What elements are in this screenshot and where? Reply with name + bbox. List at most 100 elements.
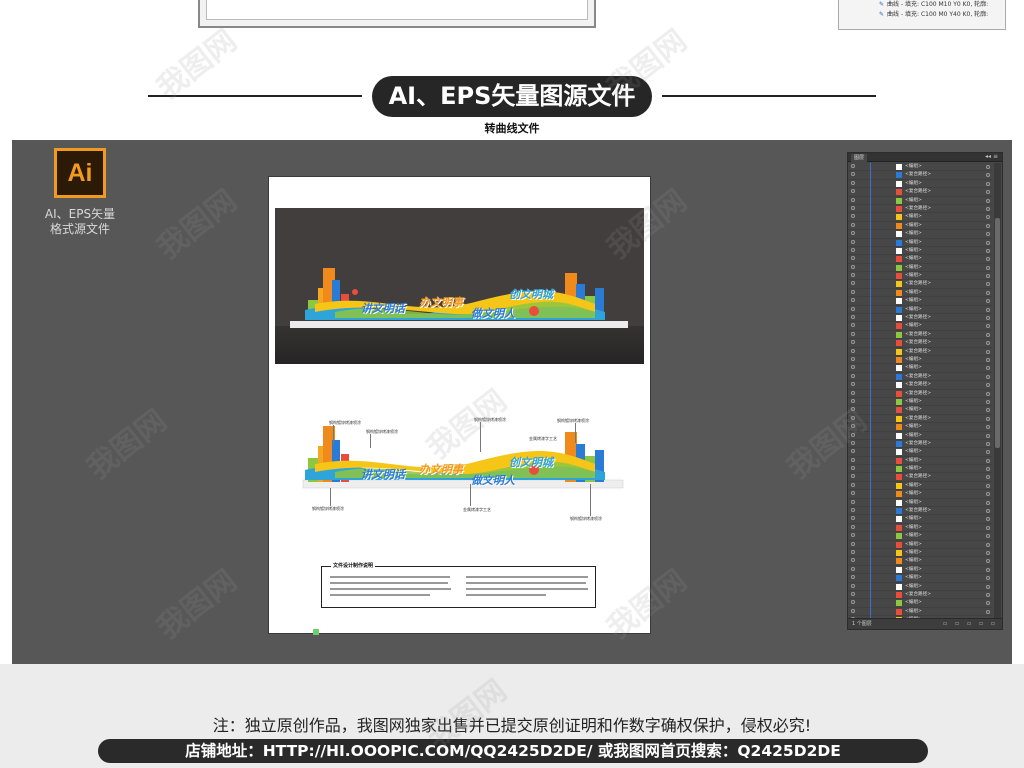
visibility-eye-icon[interactable] bbox=[851, 180, 855, 185]
target-circle-icon[interactable] bbox=[986, 173, 990, 178]
target-circle-icon[interactable] bbox=[986, 190, 990, 195]
layer-row[interactable]: <编组> bbox=[848, 523, 992, 533]
target-circle-icon[interactable] bbox=[986, 282, 990, 287]
target-circle-icon[interactable] bbox=[986, 274, 990, 279]
target-circle-icon[interactable] bbox=[986, 441, 990, 446]
target-circle-icon[interactable] bbox=[986, 290, 990, 295]
target-circle-icon[interactable] bbox=[986, 265, 990, 270]
target-circle-icon[interactable] bbox=[986, 500, 990, 505]
layer-row[interactable]: <复合路径> bbox=[848, 381, 992, 390]
visibility-eye-icon[interactable] bbox=[851, 608, 855, 613]
visibility-eye-icon[interactable] bbox=[851, 508, 855, 513]
layer-row[interactable]: <编组> bbox=[848, 272, 992, 281]
layer-row[interactable]: <复合路径> bbox=[848, 439, 992, 449]
visibility-eye-icon[interactable] bbox=[851, 239, 855, 244]
visibility-eye-icon[interactable] bbox=[851, 323, 855, 328]
layer-row[interactable]: <编组> bbox=[848, 582, 992, 591]
visibility-eye-icon[interactable] bbox=[851, 516, 855, 521]
visibility-eye-icon[interactable] bbox=[851, 306, 855, 311]
layer-row[interactable]: <编组> bbox=[848, 532, 992, 541]
target-circle-icon[interactable] bbox=[986, 492, 990, 497]
visibility-eye-icon[interactable] bbox=[851, 247, 855, 252]
target-circle-icon[interactable] bbox=[986, 240, 990, 245]
layer-row[interactable]: <编组> bbox=[848, 565, 992, 575]
layer-row[interactable]: <编组> bbox=[848, 431, 992, 440]
layer-row[interactable]: <编组> bbox=[848, 423, 992, 432]
target-circle-icon[interactable] bbox=[986, 550, 990, 555]
layers-list[interactable]: <编组> <复合路径> <编组> <复合路径> <编组> <复合路径> <编组> <编组> <编… bbox=[848, 163, 992, 619]
visibility-eye-icon[interactable] bbox=[851, 524, 855, 529]
visibility-eye-icon[interactable] bbox=[851, 390, 855, 395]
visibility-eye-icon[interactable] bbox=[851, 499, 855, 504]
visibility-eye-icon[interactable] bbox=[851, 214, 855, 219]
visibility-eye-icon[interactable] bbox=[851, 205, 855, 210]
layer-row[interactable]: <编组> bbox=[848, 246, 992, 256]
layer-row[interactable]: <编组> bbox=[848, 322, 992, 331]
layer-row[interactable]: <复合路径> bbox=[848, 314, 992, 323]
visibility-eye-icon[interactable] bbox=[851, 541, 855, 546]
layer-row[interactable]: <编组> bbox=[848, 397, 992, 407]
visibility-eye-icon[interactable] bbox=[851, 164, 855, 168]
layer-row[interactable]: <编组> bbox=[848, 515, 992, 524]
visibility-eye-icon[interactable] bbox=[851, 197, 855, 202]
visibility-eye-icon[interactable] bbox=[851, 382, 855, 387]
panel-menu-icon[interactable]: ◂◂ ≡ bbox=[985, 153, 998, 160]
target-circle-icon[interactable] bbox=[986, 509, 990, 514]
visibility-eye-icon[interactable] bbox=[851, 583, 855, 588]
layers-panel[interactable]: 图层 ◂◂ ≡ <编组> <复合路径> <编组> <复合路径> <编组> <复合路径> <编… bbox=[847, 152, 1003, 630]
layer-row[interactable]: <复合路径> bbox=[848, 330, 992, 340]
layer-row[interactable]: <编组> bbox=[848, 498, 992, 508]
layer-row[interactable]: <编组> bbox=[848, 230, 992, 239]
visibility-eye-icon[interactable] bbox=[851, 432, 855, 437]
layer-row[interactable]: <编组> bbox=[848, 163, 992, 172]
target-circle-icon[interactable] bbox=[986, 248, 990, 253]
visibility-eye-icon[interactable] bbox=[851, 533, 855, 538]
visibility-eye-icon[interactable] bbox=[851, 407, 855, 412]
visibility-eye-icon[interactable] bbox=[851, 298, 855, 303]
visibility-eye-icon[interactable] bbox=[851, 457, 855, 462]
target-circle-icon[interactable] bbox=[986, 332, 990, 337]
target-circle-icon[interactable] bbox=[986, 525, 990, 530]
target-circle-icon[interactable] bbox=[986, 206, 990, 211]
target-circle-icon[interactable] bbox=[986, 299, 990, 304]
target-circle-icon[interactable] bbox=[986, 534, 990, 539]
layer-row[interactable]: <编组> bbox=[848, 213, 992, 222]
visibility-eye-icon[interactable] bbox=[851, 474, 855, 479]
layer-row[interactable]: <编组> bbox=[848, 481, 992, 491]
layer-row[interactable]: <编组> bbox=[848, 599, 992, 608]
layer-row[interactable]: <复合路径> bbox=[848, 347, 992, 356]
visibility-eye-icon[interactable] bbox=[851, 231, 855, 236]
target-circle-icon[interactable] bbox=[986, 257, 990, 262]
layer-row[interactable]: <编组> bbox=[848, 574, 992, 583]
layer-row[interactable]: <复合路径> bbox=[848, 473, 992, 482]
visibility-eye-icon[interactable] bbox=[851, 256, 855, 261]
target-circle-icon[interactable] bbox=[986, 366, 990, 371]
target-circle-icon[interactable] bbox=[986, 374, 990, 379]
target-circle-icon[interactable] bbox=[986, 425, 990, 430]
layer-action-icons[interactable]: ▫ ▫ ▫ ▫ ▫ bbox=[943, 619, 998, 629]
layer-row[interactable]: <复合路径> bbox=[848, 389, 992, 398]
layer-row[interactable]: <编组> bbox=[848, 364, 992, 373]
shop-address-link[interactable]: 店铺地址：HTTP://HI.OOOPIC.COM/QQ2425D2DE/ 或我… bbox=[98, 739, 928, 763]
visibility-eye-icon[interactable] bbox=[851, 566, 855, 571]
layer-row[interactable]: <编组> bbox=[848, 297, 992, 306]
target-circle-icon[interactable] bbox=[986, 181, 990, 186]
layer-row[interactable]: <复合路径> bbox=[848, 188, 992, 197]
target-circle-icon[interactable] bbox=[986, 341, 990, 346]
target-circle-icon[interactable] bbox=[986, 584, 990, 589]
target-circle-icon[interactable] bbox=[986, 475, 990, 480]
layer-row[interactable]: <复合路径> bbox=[848, 372, 992, 382]
layer-row[interactable]: <编组> bbox=[848, 465, 992, 474]
visibility-eye-icon[interactable] bbox=[851, 356, 855, 361]
visibility-eye-icon[interactable] bbox=[851, 340, 855, 345]
target-circle-icon[interactable] bbox=[986, 592, 990, 597]
target-circle-icon[interactable] bbox=[986, 416, 990, 421]
visibility-eye-icon[interactable] bbox=[851, 575, 855, 580]
target-circle-icon[interactable] bbox=[986, 542, 990, 547]
visibility-eye-icon[interactable] bbox=[851, 600, 855, 605]
visibility-eye-icon[interactable] bbox=[851, 440, 855, 445]
visibility-eye-icon[interactable] bbox=[851, 558, 855, 563]
visibility-eye-icon[interactable] bbox=[851, 289, 855, 294]
layer-row[interactable]: <编组> bbox=[848, 196, 992, 205]
layer-row[interactable]: <编组> bbox=[848, 540, 992, 549]
